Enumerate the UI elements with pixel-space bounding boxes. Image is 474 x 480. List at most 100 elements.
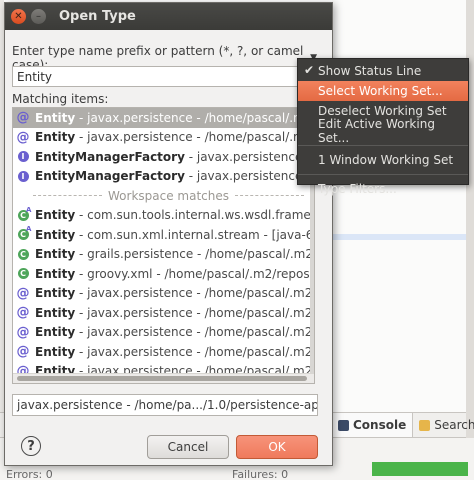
- type-name: Entity: [35, 227, 76, 242]
- list-item-text: Entity - com.sun.tools.internal.ws.wsdl.…: [33, 208, 315, 223]
- annotation-icon: @: [16, 324, 30, 340]
- matching-items-label: Matching items:: [12, 92, 109, 106]
- list-item[interactable]: @ Entity - javax.persistence - /home/pasc…: [13, 108, 314, 128]
- class-icon: C: [13, 245, 33, 264]
- list-item[interactable]: @ Entity - javax.persistence - /home/pasc…: [13, 303, 315, 323]
- tab-console[interactable]: Console: [332, 413, 414, 437]
- tab-search[interactable]: Search: [413, 413, 474, 437]
- checkmark-icon: ✔: [304, 63, 315, 77]
- list-item[interactable]: I EntityManagerFactory - javax.persistenc…: [13, 167, 314, 187]
- list-item[interactable]: C A Entity - com.sun.tools.internal.ws.wsd…: [13, 206, 314, 226]
- list-item-text: Entity - com.sun.xml.internal.stream - […: [33, 227, 314, 242]
- type-detail: - javax.persistence - /home/pascal/.m2/r…: [78, 130, 314, 145]
- close-icon[interactable]: ✕: [11, 9, 26, 24]
- type-detail: - com.sun.tools.internal.ws.wsdl.framewo…: [75, 208, 315, 223]
- tab-console-label: Console: [353, 418, 407, 432]
- list-item-text: Entity - javax.persistence - /home/pasca…: [33, 325, 314, 340]
- menu-item-type-filters[interactable]: Type Filters...: [298, 179, 468, 199]
- list-item[interactable]: @ Entity - javax.persistence - /home/pasc…: [13, 323, 315, 343]
- menu-item-edit-active-working-set[interactable]: Edit Active Working Set...: [298, 117, 468, 145]
- menu-item-label: Select Working Set...: [318, 84, 443, 98]
- separator-line: [235, 195, 304, 197]
- type-detail: - javax.persistence - /home/pascal/.m2/r…: [78, 325, 314, 340]
- ok-button[interactable]: OK: [236, 435, 318, 459]
- list-item[interactable]: C A Entity - com.sun.xml.internal.stream -…: [13, 225, 314, 245]
- search-icon: [419, 419, 431, 431]
- annotation-icon: @: [16, 344, 30, 360]
- interface-icon: I: [13, 147, 33, 166]
- type-detail: - javax.persistence - /h: [184, 149, 315, 164]
- list-item[interactable]: @ Entity - javax.persistence - /home/pasc…: [13, 284, 315, 304]
- tab-search-label: Search: [434, 418, 474, 432]
- ide-view-tabs: Console Search: [332, 412, 474, 438]
- menu-item-show-status-line[interactable]: ✔ Show Status Line: [298, 61, 468, 81]
- type-name: Entity: [35, 286, 76, 301]
- list-item-text: EntityManagerFactory - javax.persistence…: [33, 169, 315, 184]
- list-item-text: Entity - groovy.xml - /home/pascal/.m2/r…: [33, 266, 314, 281]
- annotation-icon: @: [16, 305, 30, 321]
- type-detail: - javax.persistence - /home/pascal/.m2/r…: [78, 305, 314, 320]
- type-name: EntityManagerFactory: [35, 149, 185, 164]
- class-icon: C: [13, 264, 33, 283]
- matching-items-list[interactable]: @ Entity - javax.persistence - /home/pasc…: [12, 107, 315, 384]
- abstract-class-icon: CA: [13, 206, 33, 225]
- type-name: Entity: [35, 130, 76, 145]
- list-item-text: Entity - javax.persistence - /home/pasca…: [33, 110, 314, 125]
- errors-count: Errors: 0: [6, 468, 53, 480]
- list-item-text: EntityManagerFactory - javax.persistence…: [33, 149, 315, 164]
- menu-item-select-working-set[interactable]: Select Working Set...: [298, 81, 468, 101]
- scrollbar-thumb[interactable]: [17, 376, 307, 381]
- list-item-text: Entity - javax.persistence - /home/pasca…: [33, 344, 314, 359]
- annotation-icon: @: [16, 285, 30, 301]
- interface-icon: I: [13, 167, 33, 186]
- test-progress-bar: [372, 462, 468, 476]
- type-name: Entity: [35, 325, 76, 340]
- minimize-icon[interactable]: –: [31, 9, 46, 24]
- selected-type-path: javax.persistence - /home/pa.../1.0/pers…: [12, 394, 318, 416]
- menu-separator: [298, 145, 468, 146]
- menu-item-label: 1 Window Working Set: [318, 153, 454, 167]
- type-detail: - javax.persistence - /home/pascal/.m2/r…: [78, 286, 314, 301]
- menu-item-label: Show Status Line: [318, 64, 422, 78]
- separator-line: [33, 195, 102, 197]
- list-item[interactable]: @ Entity - javax.persistence - /home/pasc…: [13, 342, 315, 362]
- type-name: Entity: [35, 305, 76, 320]
- abstract-class-icon: CA: [13, 225, 33, 244]
- type-name: Entity: [35, 208, 76, 223]
- annotation-icon: @: [16, 110, 30, 126]
- type-name: Entity: [35, 266, 76, 281]
- type-name: Entity: [35, 247, 76, 262]
- list-item-text: Entity - javax.persistence - /home/pasca…: [33, 130, 314, 145]
- type-name: Entity: [35, 110, 76, 125]
- menu-item-label: Edit Active Working Set...: [318, 117, 435, 145]
- separator-label: Workspace matches: [108, 188, 229, 203]
- dialog-titlebar: ✕ – Open Type: [5, 3, 332, 30]
- console-icon: [338, 419, 349, 431]
- list-item[interactable]: I EntityManagerFactory - javax.persistenc…: [13, 147, 314, 167]
- type-detail: - javax.persistence - /home/pascal/.m2/r…: [78, 344, 314, 359]
- list-item[interactable]: C Entity - grails.persistence - /home/pas…: [13, 245, 314, 265]
- type-detail: - groovy.xml - /home/pascal/.m2/reposito…: [78, 266, 314, 281]
- list-item-text: Entity - javax.persistence - /home/pasca…: [33, 286, 314, 301]
- list-item[interactable]: @ Entity - javax.persistence - /home/pasc…: [13, 128, 315, 148]
- type-name: Entity: [35, 344, 76, 359]
- menu-item-label: Deselect Working Set: [318, 104, 447, 118]
- type-detail: - com.sun.xml.internal.stream - [java-6-…: [78, 227, 314, 242]
- list-item[interactable]: C Entity - groovy.xml - /home/pascal/.m2/…: [13, 264, 314, 284]
- menu-item-label: Type Filters...: [318, 182, 397, 196]
- list-horizontal-scrollbar[interactable]: [13, 373, 314, 383]
- menu-item-window-working-set[interactable]: 1 Window Working Set: [298, 150, 468, 170]
- type-name: EntityManagerFactory: [35, 169, 185, 184]
- dialog-title: Open Type: [59, 9, 136, 24]
- annotation-icon: @: [16, 129, 30, 145]
- help-button[interactable]: ?: [21, 436, 41, 456]
- menu-separator: [298, 174, 468, 175]
- view-menu-popup: ✔ Show Status Line Select Working Set...…: [297, 58, 469, 196]
- cancel-button[interactable]: Cancel: [147, 435, 229, 459]
- type-name-input[interactable]: [12, 66, 312, 87]
- type-detail: - javax.persistence - /home/pascal/.m2/r…: [78, 110, 314, 125]
- type-detail: - javax.persistence - /h: [184, 169, 315, 184]
- list-item-text: Entity - grails.persistence - /home/pasc…: [33, 247, 314, 262]
- workspace-separator: Workspace matches: [13, 186, 314, 206]
- ide-selected-line: [332, 234, 466, 240]
